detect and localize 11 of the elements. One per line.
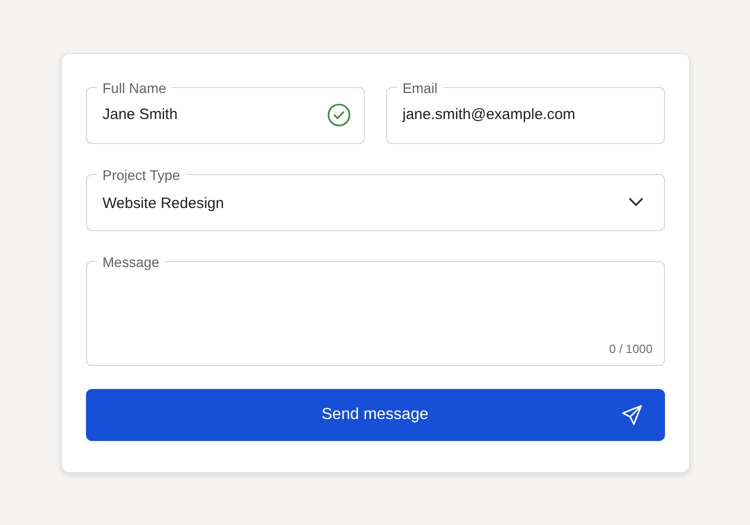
text-field[interactable]: Full Name Jane Smith <box>86 80 364 144</box>
chevron-down-icon <box>628 196 644 206</box>
send-icon <box>620 404 642 426</box>
project-type-dropdown[interactable]: Project Type Website Redesign <box>86 166 664 230</box>
field-label: Project Type <box>102 166 180 182</box>
field-label: Email <box>402 80 438 96</box>
send-message-button[interactable]: Send message <box>86 388 664 440</box>
field-label: Message <box>102 254 160 270</box>
text-field[interactable]: Email jane.smith@example.com <box>386 80 664 144</box>
character-counter: 0 / 1000 <box>609 342 652 356</box>
field-label: Full Name <box>102 80 166 96</box>
